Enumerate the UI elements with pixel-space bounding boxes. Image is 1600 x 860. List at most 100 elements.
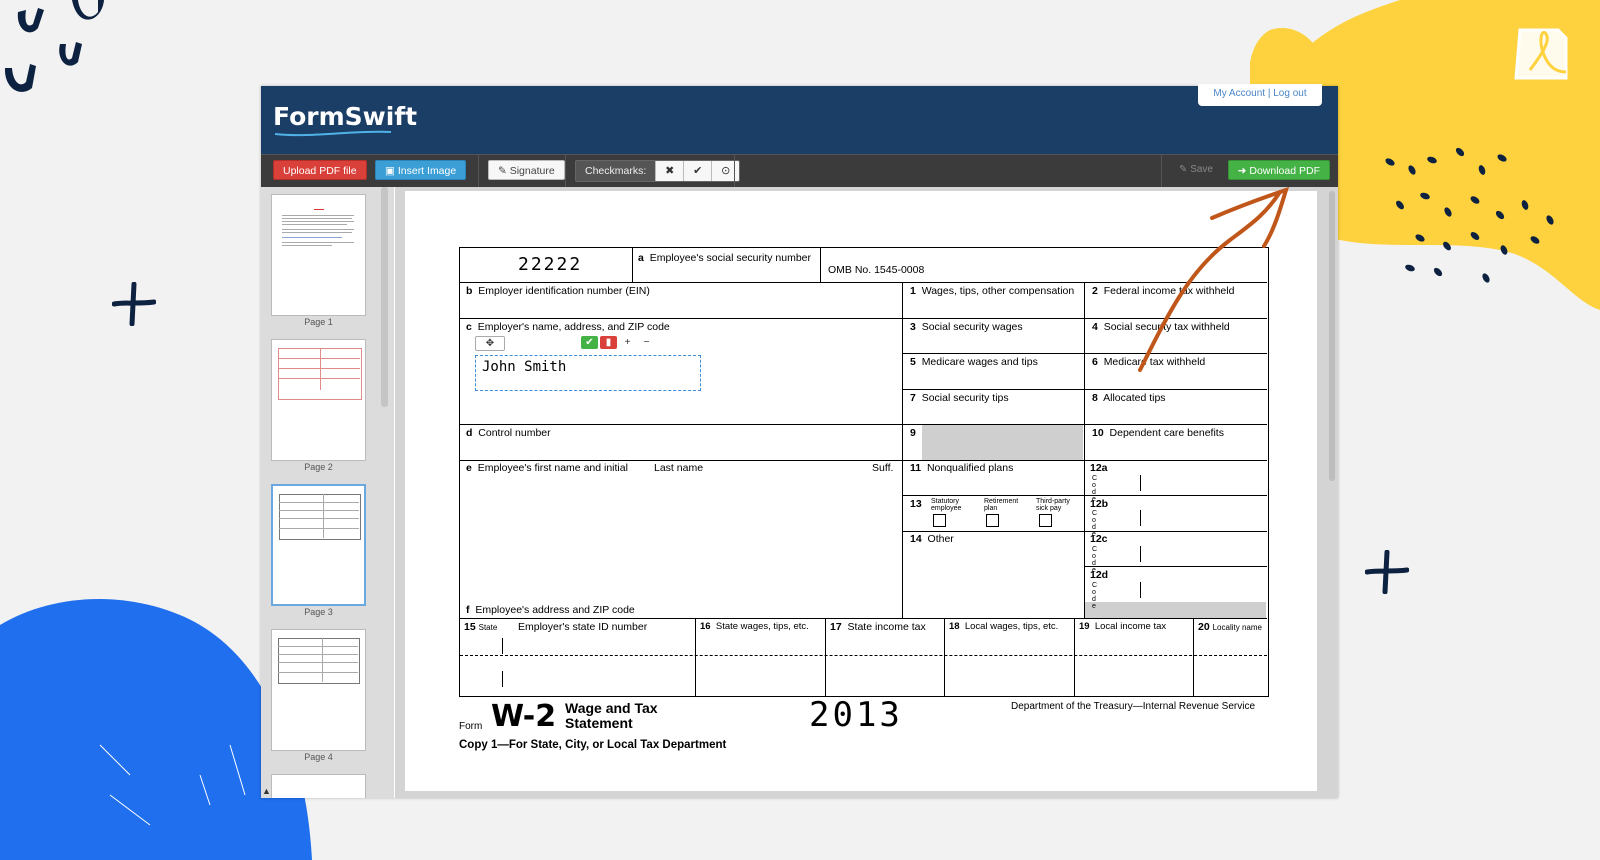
box-e-suff-label: Suff. [872,462,894,474]
box12c-label: 12c [1090,533,1108,545]
retirement-plan-checkbox[interactable] [986,514,999,527]
logo-text-form: Form [273,102,345,131]
annotation-arrow-icon [1138,186,1290,372]
page-label-1: Page 1 [304,317,333,327]
field-move-handle[interactable]: ✥ [475,336,505,351]
arrow-right-icon: ➜ [1237,165,1250,177]
employer-name-input[interactable]: John Smith [475,355,701,391]
box20-label: 20 Locality name [1198,621,1262,633]
wage-tax-statement-title: Wage and Tax Statement [565,700,658,731]
box1-label: 1 Wages, tips, other compensation [910,285,1075,297]
box12a-label: 12a [1090,462,1108,474]
logout-link[interactable]: Log out [1273,88,1306,99]
move-icon[interactable]: ✥ [475,336,505,351]
box13-label: 13 [910,498,922,510]
page-label-2: Page 2 [304,462,333,472]
increase-size-icon[interactable]: + [619,336,636,349]
box15-label: 15 State [464,621,498,633]
formswift-logo[interactable]: FormSwift [273,102,417,131]
page-thumbnail-1[interactable] [271,194,366,316]
box-d-label: d Control number [466,427,551,439]
image-icon: ▣ [385,165,398,177]
account-separator: | [1267,88,1271,99]
box15-employer-state-id-label: Employer's state ID number [518,621,648,633]
box12d-code-label: C o d e [1092,582,1098,610]
field-actions: ✔ ▮ + − [581,336,655,349]
department-line: Department of the Treasury—Internal Reve… [1011,701,1256,712]
pencil-icon: ✎ [498,165,510,177]
checkmark-x-button[interactable]: ✖ [655,161,684,181]
page-thumbnail-5[interactable] [271,774,366,798]
box5-label: 5 Medicare wages and tips [910,356,1038,368]
form-word: Form [459,721,483,732]
box16-label: 16 State wages, tips, etc. [700,621,809,632]
box11-label: 11 Nonqualified plans [910,462,1014,474]
box12b-label: 12b [1090,498,1109,510]
page-label-4: Page 4 [304,752,333,762]
box-e-last-label: Last name [654,462,704,474]
insert-image-label: Insert Image [397,165,457,177]
box10-label: 10 Dependent care benefits [1092,427,1224,439]
upload-pdf-button[interactable]: Upload PDF file [273,160,367,180]
decorative-marks-topleft [4,0,104,92]
page-thumbnail-2[interactable] [271,339,366,461]
box-f-label: f Employee's address and ZIP code [466,604,635,616]
box12d-label: 12d [1090,569,1109,581]
box-b-label: b Employer identification number (EIN) [466,285,650,297]
copy-line: Copy 1—For State, City, or Local Tax Dep… [459,739,727,751]
checkmarks-label: Checkmarks: [576,161,656,181]
page-thumbnail-4[interactable] [271,629,366,751]
retirement-plan-label: Retirement plan [984,498,1019,512]
decrease-size-icon[interactable]: − [638,336,655,349]
signature-label: Signature [509,165,555,177]
page-thumbnails-sidebar: Page 1 Page 2 Page 3 Page 4 ▲ [261,187,394,798]
logo-swoosh-icon [274,130,392,137]
box7-label: 7 Social security tips [910,392,1009,404]
app-header: FormSwift My Account | Log out [261,84,1338,154]
box8-label: 8 Allocated tips [1092,392,1166,404]
signature-button[interactable]: ✎ Signature [488,160,565,180]
toolbar-divider [734,155,735,187]
save-label: Save [1190,164,1213,175]
checkmark-circle-button[interactable]: ⊙ [711,161,740,181]
decorative-plus-left [112,282,156,326]
third-party-sick-pay-checkbox[interactable] [1039,514,1052,527]
box18-label: 18 Local wages, tips, etc. [949,621,1059,632]
page-label-3: Page 3 [304,607,333,617]
document-scrollbar[interactable] [1329,191,1335,481]
box12-shaded [1085,602,1266,618]
pencil-icon: ✎ [1179,164,1191,175]
box-e-label: e Employee's first name and initial [466,462,628,474]
box19-label: 19 Local income tax [1079,621,1167,632]
third-party-sick-pay-label: Third-party sick pay [1036,498,1070,512]
statutory-employee-checkbox[interactable] [933,514,946,527]
decorative-plus-right [1365,550,1409,594]
my-account-link[interactable]: My Account [1213,88,1265,99]
page-thumbnail-3[interactable] [271,484,366,606]
statutory-employee-label: Statutory employee [931,498,962,512]
box3-label: 3 Social security wages [910,321,1023,333]
insert-image-button[interactable]: ▣ Insert Image [375,160,467,180]
scroll-up-icon[interactable]: ▲ [262,786,271,796]
control-code: 22222 [518,254,583,275]
account-links: My Account | Log out [1198,84,1322,106]
checkmark-tick-button[interactable]: ✔ [683,161,712,181]
confirm-check-icon[interactable]: ✔ [581,336,598,349]
tax-year: 2013 [809,695,903,735]
box14-label: 14 Other [910,533,954,545]
box17-label: 17 State income tax [830,621,926,633]
box-a-label: a Employee's social security number [638,252,812,264]
box-c-label: c Employer's name, address, and ZIP code [466,321,670,333]
download-label: Download PDF [1249,165,1320,177]
box9-label: 9 [910,427,916,439]
save-button[interactable]: ✎ Save [1170,160,1222,180]
delete-trash-icon[interactable]: ▮ [600,336,617,349]
download-pdf-button[interactable]: ➜ Download PDF [1227,160,1330,180]
toolbar-divider [565,155,566,187]
toolbar-divider [478,155,479,187]
sidebar-scrollbar[interactable] [381,187,388,407]
omb-number: OMB No. 1545-0008 [828,264,925,276]
logo-text-swift: Swift [344,102,418,131]
box9-shaded [922,425,1083,460]
w2-footer: Form W-2 Wage and Tax Statement 2013 Dep… [459,695,1269,757]
